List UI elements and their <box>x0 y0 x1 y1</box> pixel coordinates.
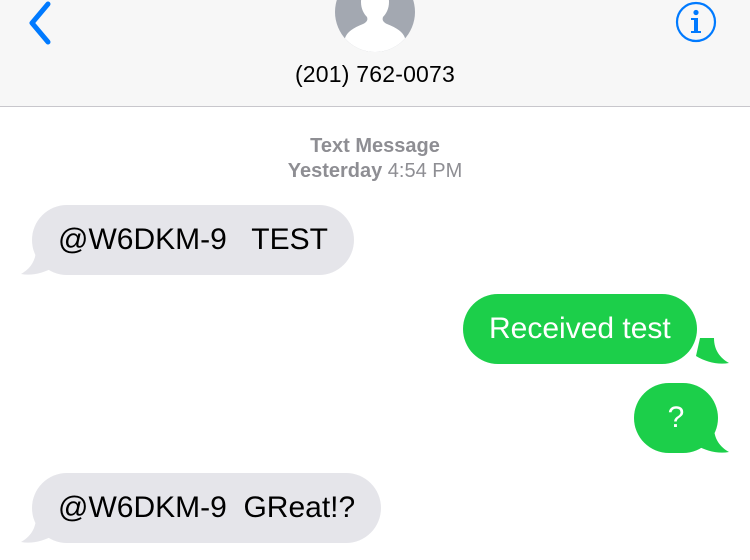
contact-avatar[interactable] <box>335 0 415 52</box>
timestamp-time: 4:54 PM <box>387 160 463 182</box>
messages-screen: (201) 762-0073 Text Message Yesterday 4:… <box>0 0 750 560</box>
timestamp-day: Yesterday <box>287 160 383 182</box>
chevron-left-icon <box>29 1 51 45</box>
contact-number[interactable]: (201) 762-0073 <box>0 61 750 88</box>
info-icon <box>675 1 717 43</box>
conversation-header: (201) 762-0073 <box>0 0 750 107</box>
thread-timestamp: Text Message Yesterday 4:54 PM <box>0 134 750 184</box>
service-label: Text Message <box>310 135 440 157</box>
person-silhouette-icon <box>345 0 405 52</box>
timestamp: Yesterday 4:54 PM <box>0 159 750 184</box>
incoming-message[interactable]: @W6DKM-9 GReat!? <box>32 473 382 543</box>
outgoing-message[interactable]: Received test <box>463 294 697 364</box>
info-button[interactable] <box>674 0 718 44</box>
incoming-message[interactable]: @W6DKM-9 TEST <box>32 205 354 275</box>
outgoing-bubble-tail <box>696 338 729 364</box>
outgoing-message[interactable]: ? <box>634 383 718 453</box>
back-button[interactable] <box>20 0 60 46</box>
